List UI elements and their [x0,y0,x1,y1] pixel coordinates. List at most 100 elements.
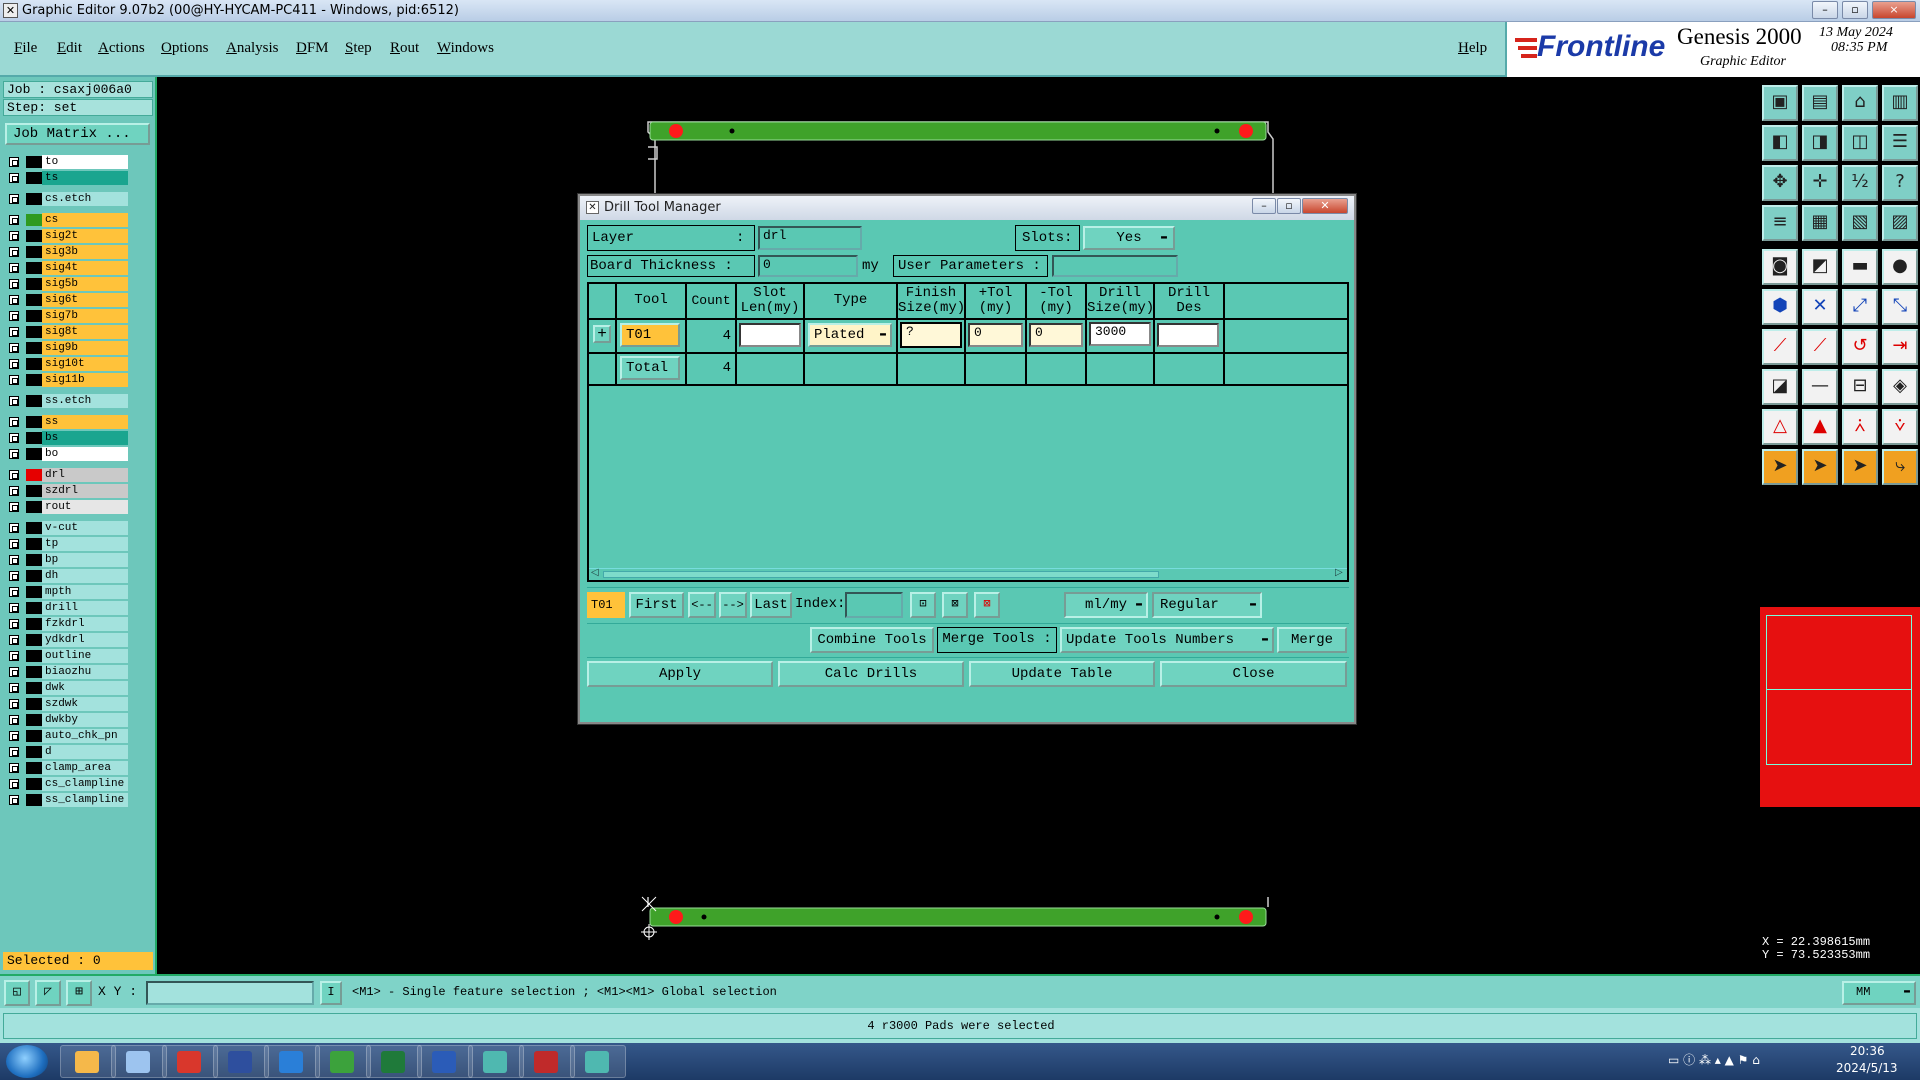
layer-name[interactable]: biaozhu [42,665,128,679]
calc-drills-button[interactable]: Calc Drills [778,661,964,687]
drill-des-field[interactable] [1157,323,1219,347]
overview-map[interactable] [1760,607,1920,807]
layer-checkbox[interactable] [9,715,19,725]
menu-help[interactable]: Help [1458,40,1487,57]
arch-icon[interactable]: ⩑ [1842,409,1878,445]
layer-checkbox[interactable] [9,279,19,289]
menu-actions[interactable]: Actions [98,40,145,57]
layer-checkbox[interactable] [9,731,19,741]
layer-name[interactable]: dwkby [42,713,128,727]
layer-name[interactable]: drill [42,601,128,615]
layer-row-sig8t[interactable]: sig8t [6,325,128,339]
taskbar-notepad-icon[interactable] [111,1045,167,1078]
menu-windows[interactable]: Windows [437,40,494,57]
layer-row-dh[interactable]: dh [6,569,128,583]
layer-name[interactable]: fzkdrl [42,617,128,631]
graph-icon[interactable]: ▧ [1842,205,1878,241]
layer-row-sig4t[interactable]: sig4t [6,261,128,275]
layer-row-ts[interactable]: ts [6,171,128,185]
merge-button[interactable]: Merge [1277,627,1347,653]
layer-row-d[interactable]: d [6,745,128,759]
grid-icon[interactable]: ▦ [1802,205,1838,241]
out-icon[interactable]: ◨ [1802,125,1838,161]
save-icon[interactable]: ▤ [1802,85,1838,121]
layout-icon[interactable]: ▥ [1882,85,1918,121]
layer-checkbox[interactable] [9,555,19,565]
layer-row-outline[interactable]: outline [6,649,128,663]
layer-checkbox[interactable] [9,295,19,305]
layer-name[interactable]: bp [42,553,128,567]
layer-name[interactable]: d [42,745,128,759]
pointer3-icon[interactable]: ➤ [1842,449,1878,485]
move-icon[interactable]: ⤢ [1842,289,1878,325]
layer-name[interactable]: to [42,155,128,169]
layer-name[interactable]: ss.etch [42,394,128,408]
layer-row-ydkdrl[interactable]: ydkdrl [6,633,128,647]
layer-row-tp[interactable]: tp [6,537,128,551]
slots-dropdown[interactable]: Yes ▬ [1083,226,1175,250]
line-icon[interactable]: ⟋ [1762,329,1798,365]
dialog-minimize-button[interactable]: – [1252,198,1276,214]
layer-checkbox[interactable] [9,359,19,369]
taskbar-app-red-icon[interactable] [162,1045,218,1078]
tray-icons[interactable]: ▭ ⓘ ⁂ ▴ ▲ ⚑ ⌂ [1668,1051,1760,1068]
layer-name[interactable]: cs [42,213,128,227]
layer-checkbox[interactable] [9,417,19,427]
layer-name[interactable]: szdwk [42,697,128,711]
open-icon[interactable]: ▣ [1762,85,1798,121]
layer-checkbox[interactable] [9,539,19,549]
top-left-pad[interactable] [669,124,683,138]
pointer2-icon[interactable]: ➤ [1802,449,1838,485]
node-icon[interactable]: ⬢ [1762,289,1798,325]
maximize-button[interactable]: ▫ [1842,1,1868,19]
layer-row-bp[interactable]: bp [6,553,128,567]
help-icon[interactable]: ? [1882,165,1918,201]
layer-row-sig7b[interactable]: sig7b [6,309,128,323]
layer-name[interactable]: sig9b [42,341,128,355]
scroll-thumb[interactable] [603,571,1159,578]
update-table-button[interactable]: Update Table [969,661,1155,687]
layer-row-szdrl[interactable]: szdrl [6,484,128,498]
layer-name[interactable]: ss [42,415,128,429]
layer-row-to[interactable]: to [6,155,128,169]
layer-row-bs[interactable]: bs [6,431,128,445]
layer-row-sig3b[interactable]: sig3b [6,245,128,259]
layer-row-drill[interactable]: drill [6,601,128,615]
layer-row-mpth[interactable]: mpth [6,585,128,599]
taskbar-app-shell-icon[interactable] [60,1045,116,1078]
layer-name[interactable]: sig6t [42,293,128,307]
cross-icon[interactable]: ✕ [1802,289,1838,325]
first-button[interactable]: First [629,592,684,618]
arc-icon[interactable]: ↺ [1842,329,1878,365]
next-button[interactable]: --> [719,592,747,618]
home-icon[interactable]: ⌂ [1842,85,1878,121]
layer-name[interactable]: ydkdrl [42,633,128,647]
in-icon[interactable]: ◧ [1762,125,1798,161]
menu-step[interactable]: Step [345,40,372,57]
layer-row-dwk[interactable]: dwk [6,681,128,695]
layer-name[interactable]: ts [42,171,128,185]
layer-row-ss_clampline[interactable]: ss_clampline [6,793,128,807]
layer-name[interactable]: sig5b [42,277,128,291]
layer-field[interactable]: drl [758,226,862,250]
layer-row-sig11b[interactable]: sig11b [6,373,128,387]
layer-name[interactable]: clamp_area [42,761,128,775]
layer-checkbox[interactable] [9,375,19,385]
layer-row-ss.etch[interactable]: ss.etch [6,394,128,408]
layer-name[interactable]: sig4t [42,261,128,275]
layer-row-bo[interactable]: bo [6,447,128,461]
layer-checkbox[interactable] [9,247,19,257]
top-right-pad[interactable] [1239,124,1253,138]
combine-tools-button[interactable]: Combine Tools [810,627,934,653]
taskbar-app-green-icon[interactable] [315,1045,371,1078]
minus-tol-field[interactable]: 0 [1029,323,1083,347]
layer-name[interactable]: dh [42,569,128,583]
layer-checkbox[interactable] [9,667,19,677]
layer-checkbox[interactable] [9,603,19,613]
layer-checkbox[interactable] [9,763,19,773]
total-button[interactable]: Total [620,356,680,380]
pen-icon[interactable]: ◩ [1802,249,1838,285]
minus-icon[interactable]: — [1802,369,1838,405]
layer-checkbox[interactable] [9,343,19,353]
camera-icon[interactable]: ◙ [1762,249,1798,285]
